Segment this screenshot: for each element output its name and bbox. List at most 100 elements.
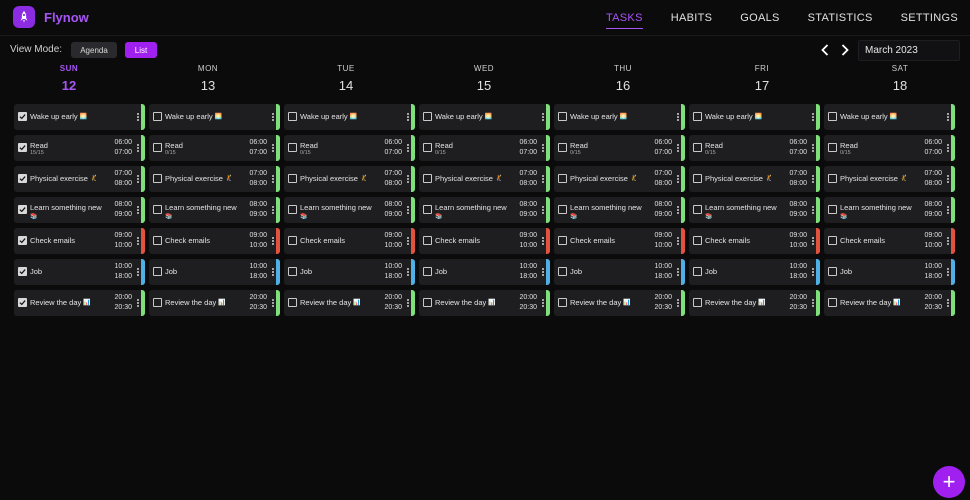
day-header-sat[interactable]: SAT 18 xyxy=(835,64,965,93)
task-card[interactable]: Check emails 09:00 10:00 xyxy=(824,228,955,254)
unchecked-checkbox[interactable] xyxy=(153,143,162,152)
task-card[interactable]: Wake up early 🌅 xyxy=(824,104,955,130)
task-card[interactable]: Wake up early 🌅 xyxy=(554,104,685,130)
task-card[interactable]: Check emails 09:00 10:00 xyxy=(14,228,145,254)
day-header-tue[interactable]: TUE 14 xyxy=(281,64,411,93)
task-card[interactable]: Physical exercise 🤾 07:00 08:00 xyxy=(824,166,955,192)
task-card[interactable]: Learn something new 📚 08:00 09:00 xyxy=(689,197,820,223)
task-menu-icon[interactable] xyxy=(677,237,679,245)
task-card[interactable]: Read 0/15 06:00 07:00 xyxy=(284,135,415,161)
nav-settings[interactable]: SETTINGS xyxy=(901,0,958,36)
day-header-mon[interactable]: MON 13 xyxy=(143,64,273,93)
task-menu-icon[interactable] xyxy=(677,299,679,307)
task-menu-icon[interactable] xyxy=(137,113,139,121)
unchecked-checkbox[interactable] xyxy=(153,112,162,121)
task-menu-icon[interactable] xyxy=(272,206,274,214)
unchecked-checkbox[interactable] xyxy=(693,298,702,307)
task-card[interactable]: Learn something new 📚 08:00 09:00 xyxy=(824,197,955,223)
task-card[interactable]: Read 0/15 06:00 07:00 xyxy=(554,135,685,161)
task-card[interactable]: Job 10:00 18:00 xyxy=(554,259,685,285)
task-menu-icon[interactable] xyxy=(947,268,949,276)
task-card[interactable]: Review the day 📊 20:00 20:30 xyxy=(419,290,550,316)
day-header-wed[interactable]: WED 15 xyxy=(419,64,549,93)
task-card[interactable]: Physical exercise 🤾 07:00 08:00 xyxy=(284,166,415,192)
checked-checkbox[interactable] xyxy=(18,236,27,245)
task-menu-icon[interactable] xyxy=(812,175,814,183)
unchecked-checkbox[interactable] xyxy=(423,143,432,152)
add-task-button[interactable]: + xyxy=(933,466,965,498)
unchecked-checkbox[interactable] xyxy=(288,298,297,307)
task-card[interactable]: Physical exercise 🤾 07:00 08:00 xyxy=(689,166,820,192)
task-card[interactable]: Wake up early 🌅 xyxy=(284,104,415,130)
unchecked-checkbox[interactable] xyxy=(693,267,702,276)
checked-checkbox[interactable] xyxy=(18,298,27,307)
task-card[interactable]: Learn something new 📚 08:00 09:00 xyxy=(419,197,550,223)
task-card[interactable]: Check emails 09:00 10:00 xyxy=(689,228,820,254)
nav-tasks[interactable]: TASKS xyxy=(605,0,643,36)
unchecked-checkbox[interactable] xyxy=(828,112,837,121)
task-menu-icon[interactable] xyxy=(812,237,814,245)
unchecked-checkbox[interactable] xyxy=(828,143,837,152)
unchecked-checkbox[interactable] xyxy=(558,298,567,307)
unchecked-checkbox[interactable] xyxy=(153,298,162,307)
task-card[interactable]: Read 0/15 06:00 07:00 xyxy=(419,135,550,161)
task-menu-icon[interactable] xyxy=(272,268,274,276)
task-menu-icon[interactable] xyxy=(542,206,544,214)
day-header-sun[interactable]: SUN 12 xyxy=(4,64,134,93)
nav-goals[interactable]: GOALS xyxy=(740,0,779,36)
nav-habits[interactable]: HABITS xyxy=(671,0,713,36)
task-menu-icon[interactable] xyxy=(542,175,544,183)
task-menu-icon[interactable] xyxy=(677,175,679,183)
unchecked-checkbox[interactable] xyxy=(153,236,162,245)
task-card[interactable]: Check emails 09:00 10:00 xyxy=(284,228,415,254)
list-mode-button[interactable]: List xyxy=(125,42,157,58)
task-menu-icon[interactable] xyxy=(407,206,409,214)
task-menu-icon[interactable] xyxy=(677,268,679,276)
unchecked-checkbox[interactable] xyxy=(558,174,567,183)
checked-checkbox[interactable] xyxy=(18,112,27,121)
task-menu-icon[interactable] xyxy=(947,206,949,214)
task-card[interactable]: Review the day 📊 20:00 20:30 xyxy=(824,290,955,316)
task-card[interactable]: Learn something new 📚 08:00 09:00 xyxy=(554,197,685,223)
task-menu-icon[interactable] xyxy=(137,237,139,245)
task-card[interactable]: Review the day 📊 20:00 20:30 xyxy=(284,290,415,316)
unchecked-checkbox[interactable] xyxy=(423,174,432,183)
app-logo[interactable] xyxy=(13,6,35,28)
task-menu-icon[interactable] xyxy=(677,113,679,121)
unchecked-checkbox[interactable] xyxy=(153,205,162,214)
unchecked-checkbox[interactable] xyxy=(423,205,432,214)
agenda-mode-button[interactable]: Agenda xyxy=(71,42,117,58)
unchecked-checkbox[interactable] xyxy=(558,112,567,121)
task-card[interactable]: Job 10:00 18:00 xyxy=(689,259,820,285)
day-header-fri[interactable]: FRI 17 xyxy=(697,64,827,93)
unchecked-checkbox[interactable] xyxy=(828,267,837,276)
task-menu-icon[interactable] xyxy=(812,299,814,307)
unchecked-checkbox[interactable] xyxy=(423,267,432,276)
task-card[interactable]: Job 10:00 18:00 xyxy=(149,259,280,285)
task-card[interactable]: Review the day 📊 20:00 20:30 xyxy=(689,290,820,316)
unchecked-checkbox[interactable] xyxy=(828,174,837,183)
task-card[interactable]: Review the day 📊 20:00 20:30 xyxy=(149,290,280,316)
unchecked-checkbox[interactable] xyxy=(423,298,432,307)
unchecked-checkbox[interactable] xyxy=(423,236,432,245)
task-card[interactable]: Job 10:00 18:00 xyxy=(284,259,415,285)
next-week-button[interactable] xyxy=(838,42,852,58)
task-menu-icon[interactable] xyxy=(137,268,139,276)
unchecked-checkbox[interactable] xyxy=(288,174,297,183)
task-card[interactable]: Physical exercise 🤾 07:00 08:00 xyxy=(419,166,550,192)
task-card[interactable]: Job 10:00 18:00 xyxy=(14,259,145,285)
task-card[interactable]: Wake up early 🌅 xyxy=(149,104,280,130)
unchecked-checkbox[interactable] xyxy=(693,236,702,245)
task-card[interactable]: Read 0/15 06:00 07:00 xyxy=(689,135,820,161)
task-card[interactable]: Physical exercise 🤾 07:00 08:00 xyxy=(14,166,145,192)
task-menu-icon[interactable] xyxy=(812,268,814,276)
task-menu-icon[interactable] xyxy=(542,299,544,307)
unchecked-checkbox[interactable] xyxy=(693,174,702,183)
unchecked-checkbox[interactable] xyxy=(693,205,702,214)
unchecked-checkbox[interactable] xyxy=(693,112,702,121)
task-card[interactable]: Check emails 09:00 10:00 xyxy=(554,228,685,254)
unchecked-checkbox[interactable] xyxy=(558,143,567,152)
task-card[interactable]: Wake up early 🌅 xyxy=(14,104,145,130)
checked-checkbox[interactable] xyxy=(18,267,27,276)
task-menu-icon[interactable] xyxy=(137,206,139,214)
